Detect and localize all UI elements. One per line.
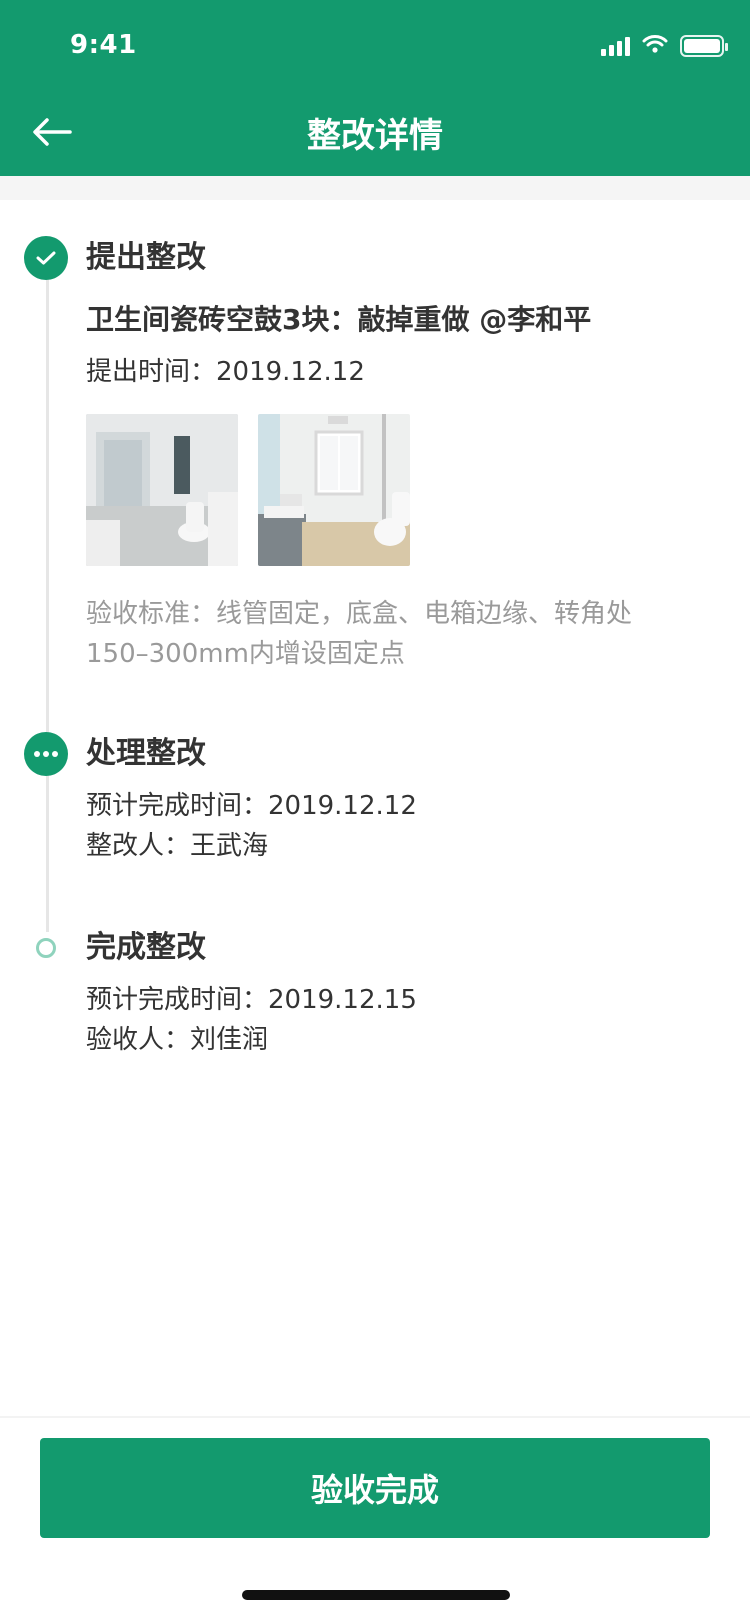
status-icons xyxy=(601,34,728,58)
timeline: 提出整改 卫生间瓷砖空鼓3块：敲掉重做 @李和平 提出时间：2019.12.12 xyxy=(0,200,750,1060)
pending-dot-icon xyxy=(36,938,56,958)
page-title: 整改详情 xyxy=(307,116,443,156)
bottom-bar: 验收完成 xyxy=(0,1416,750,1624)
battery-icon xyxy=(680,35,728,57)
wifi-icon xyxy=(642,34,668,58)
header: 9:41 整改详情 xyxy=(0,0,750,176)
ellipsis-icon xyxy=(34,751,58,757)
timeline-line xyxy=(46,262,49,932)
home-indicator xyxy=(242,1590,510,1600)
step-title: 处理整改 xyxy=(86,736,206,771)
step-dot-in-progress xyxy=(24,732,68,776)
screen: 9:41 整改详情 提出整改 卫生间瓷砖空鼓3块：敲掉重做 @李和平 提出时间：… xyxy=(0,0,750,1624)
step-title: 完成整改 xyxy=(86,930,206,965)
photo-list xyxy=(86,414,720,566)
expected-finish-time: 预计完成时间：2019.12.15 xyxy=(86,985,417,1015)
rectifier: 整改人：王武海 xyxy=(86,831,269,861)
signal-icon xyxy=(601,36,630,56)
accept-complete-button[interactable]: 验收完成 xyxy=(40,1438,710,1538)
inspector: 验收人：刘佳润 xyxy=(86,1025,269,1055)
top-divider xyxy=(0,176,750,200)
status-time: 9:41 xyxy=(70,30,137,60)
submitted-time: 提出时间：2019.12.12 xyxy=(86,357,365,387)
photo-thumbnail[interactable] xyxy=(86,414,238,566)
step-completed: 完成整改 预计完成时间：2019.12.15 验收人：刘佳润 xyxy=(36,926,720,1060)
content: 提出整改 卫生间瓷砖空鼓3块：敲掉重做 @李和平 提出时间：2019.12.12 xyxy=(0,176,750,1416)
step-submitted: 提出整改 卫生间瓷砖空鼓3块：敲掉重做 @李和平 提出时间：2019.12.12 xyxy=(24,200,720,674)
step-dot-checked xyxy=(24,236,68,280)
acceptance-standard: 验收标准：线管固定，底盒、电箱边缘、转角处150–300mm内增设固定点 xyxy=(86,599,633,669)
check-icon xyxy=(36,251,56,265)
photo-thumbnail[interactable] xyxy=(258,414,410,566)
step-processing: 处理整改 预计完成时间：2019.12.12 整改人：王武海 xyxy=(24,732,720,866)
step-title: 提出整改 xyxy=(86,240,206,275)
issue-description: 卫生间瓷砖空鼓3块：敲掉重做 @李和平 xyxy=(86,303,592,336)
expected-finish-time: 预计完成时间：2019.12.12 xyxy=(86,791,417,821)
